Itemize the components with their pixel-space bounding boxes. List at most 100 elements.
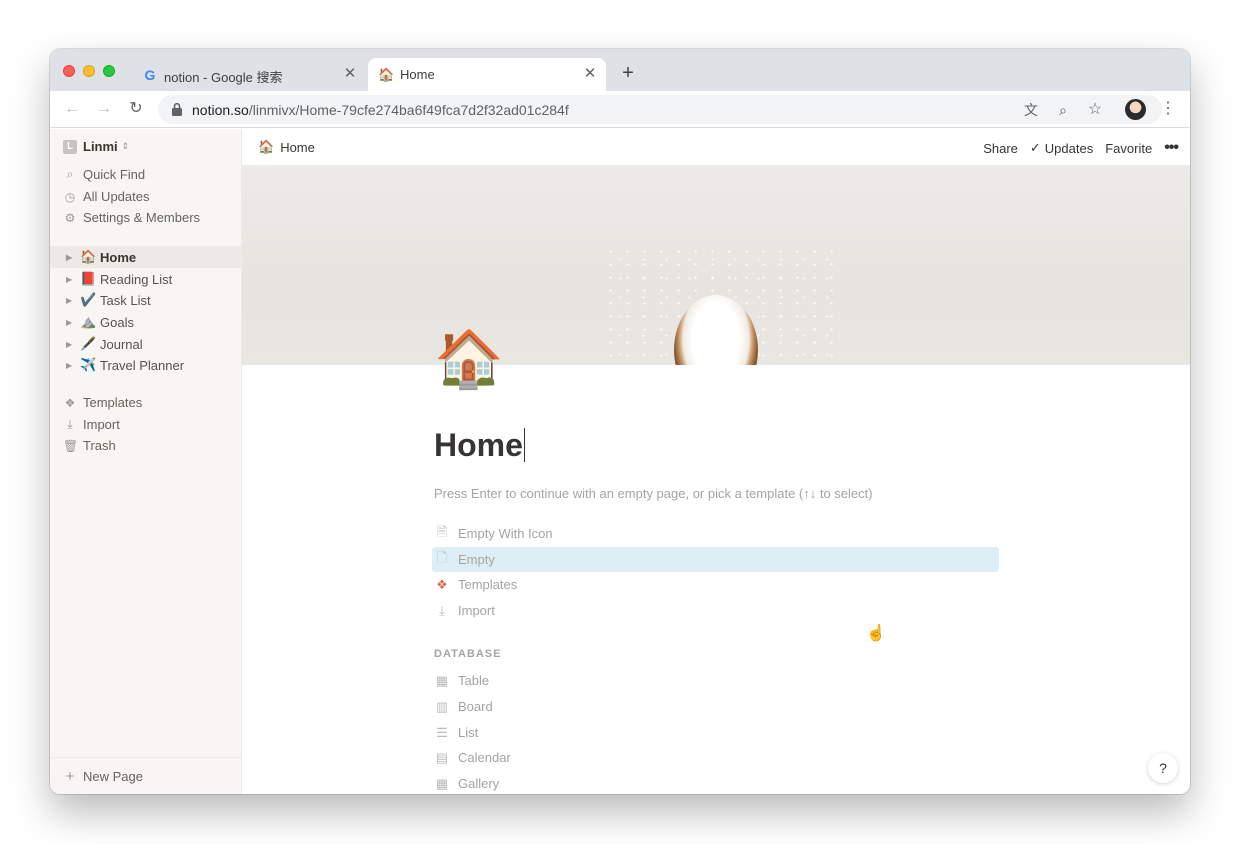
template-option-label: Import — [458, 603, 495, 618]
sidebar-item-trash[interactable]: 🗑 Trash — [50, 435, 241, 456]
list-icon: ☰ — [436, 724, 448, 740]
book-icon: 📕 — [80, 271, 97, 286]
pen-icon: 🖋️ — [80, 336, 97, 351]
browser-window: G notion - Google 搜索 ✕ 🏠 Home ✕ + ← → ↻ … — [50, 49, 1190, 794]
database-option-label: Board — [458, 699, 493, 714]
main-content: 🏠 Home Share ✓ Updates Favorite ••• 🏠 Ho… — [242, 129, 1190, 794]
expand-triangle-icon[interactable]: ▶ — [66, 296, 74, 305]
blank-page-icon: 🗋 — [436, 549, 448, 565]
sidebar-page-label: Home — [100, 249, 137, 265]
template-option-empty[interactable]: 🗋 Empty — [432, 547, 999, 572]
page-icon[interactable]: 🏠 — [434, 327, 504, 391]
download-icon: ⤓ — [439, 602, 445, 618]
database-option-label: Table — [458, 673, 490, 688]
page-cover-image[interactable] — [242, 165, 1190, 365]
sidebar-page-label: Travel Planner — [100, 357, 185, 373]
sidebar-item-templates[interactable]: ❖ Templates — [50, 392, 241, 413]
sidebar-page-reading-list[interactable]: ▶ 📕 Reading List — [50, 268, 241, 290]
updates-button[interactable]: Updates — [1045, 141, 1093, 156]
database-option-board[interactable]: ▥ Board — [432, 694, 999, 719]
expand-triangle-icon[interactable]: ▶ — [66, 318, 74, 327]
templates-icon: ❖ — [64, 395, 76, 410]
breadcrumb[interactable]: 🏠 Home — [258, 139, 315, 155]
address-toolbar: ← → ↻ notion.so/linmivx/Home-79cfe274ba6… — [50, 91, 1190, 128]
expand-triangle-icon[interactable]: ▶ — [66, 275, 74, 284]
minimize-window-button[interactable] — [83, 65, 95, 77]
page-lines-icon: 🗎 — [436, 523, 448, 539]
sidebar-item-label: Settings & Members — [83, 210, 201, 225]
sidebar-page-home[interactable]: ▶ 🏠 Home — [50, 246, 241, 268]
template-option-import[interactable]: ⤓ Import — [432, 598, 999, 623]
sidebar-item-label: Quick Find — [83, 167, 146, 182]
share-button[interactable]: Share — [983, 141, 1018, 156]
new-page-button[interactable]: + New Page — [50, 757, 241, 794]
template-option-templates[interactable]: ❖ Templates — [432, 572, 999, 597]
new-page-label: New Page — [83, 768, 143, 784]
close-tab-icon[interactable]: ✕ — [582, 66, 598, 82]
more-options-icon[interactable]: ••• — [1164, 139, 1179, 157]
sidebar-page-task-list[interactable]: ▶ ✔️ Task List — [50, 289, 241, 311]
tab-google-search[interactable]: G notion - Google 搜索 ✕ — [132, 58, 366, 91]
sidebar-item-import[interactable]: ⤓ Import — [50, 414, 241, 435]
lock-icon — [172, 102, 182, 116]
workspace-switcher[interactable]: L Linmi ⇕ — [63, 139, 129, 154]
topbar-actions: Share ✓ Updates Favorite ••• — [971, 139, 1179, 157]
text-cursor — [523, 428, 525, 462]
mountain-icon: ⛰️ — [80, 314, 97, 329]
plus-icon: + — [65, 767, 75, 785]
empty-page-hint: Press Enter to continue with an empty pa… — [434, 486, 873, 501]
search-icon: ⌕ — [66, 167, 74, 181]
profile-avatar[interactable] — [1125, 99, 1146, 120]
board-icon: ▥ — [435, 698, 449, 714]
database-option-table[interactable]: ▦ Table — [432, 668, 999, 693]
database-option-label: List — [458, 725, 479, 740]
sidebar-page-label: Reading List — [100, 271, 173, 287]
database-option-gallery[interactable]: ▦ Gallery — [432, 771, 999, 794]
gear-icon: ⚙ — [64, 210, 76, 225]
template-option-label: Empty — [458, 552, 495, 567]
page-title[interactable]: Home — [434, 427, 525, 464]
help-button[interactable]: ? — [1148, 753, 1178, 783]
trash-icon: 🗑 — [63, 438, 79, 453]
template-option-label: Templates — [458, 577, 518, 592]
reload-icon[interactable]: ↻ — [126, 99, 146, 119]
translate-icon[interactable]: 文 — [1022, 101, 1040, 119]
tab-title: notion - Google 搜索 — [164, 70, 283, 85]
database-option-list[interactable]: ☰ List — [432, 720, 999, 745]
calendar-icon: ▤ — [435, 749, 449, 765]
expand-triangle-icon[interactable]: ▶ — [66, 340, 74, 349]
new-tab-button[interactable]: + — [618, 63, 638, 83]
sidebar-item-quick-find[interactable]: ⌕ Quick Find — [50, 164, 241, 185]
address-bar[interactable]: notion.so/linmivx/Home-79cfe274ba6f49fca… — [158, 95, 1162, 124]
close-tab-icon[interactable]: ✕ — [342, 66, 358, 82]
forward-arrow-icon[interactable]: → — [94, 99, 114, 119]
sidebar-item-label: Trash — [83, 438, 116, 453]
browser-menu-icon[interactable]: ⋮ — [1160, 99, 1176, 119]
expand-triangle-icon[interactable]: ▶ — [66, 361, 74, 370]
star-bookmark-icon[interactable]: ☆ — [1086, 101, 1104, 119]
sidebar-item-all-updates[interactable]: ◷ All Updates — [50, 186, 241, 207]
page-topbar: 🏠 Home Share ✓ Updates Favorite ••• — [242, 129, 1190, 165]
sidebar-page-travel-planner[interactable]: ▶ ✈️ Travel Planner — [50, 354, 241, 376]
google-g-icon: G — [144, 67, 156, 83]
sidebar-item-settings[interactable]: ⚙ Settings & Members — [50, 207, 241, 228]
sidebar-page-goals[interactable]: ▶ ⛰️ Goals — [50, 311, 241, 333]
hand-pointer-cursor: ☝ — [866, 625, 886, 642]
house-icon: 🏠 — [80, 249, 97, 264]
favorite-button[interactable]: Favorite — [1105, 141, 1152, 156]
tab-home[interactable]: 🏠 Home ✕ — [368, 58, 606, 91]
sidebar-page-journal[interactable]: ▶ 🖋️ Journal — [50, 333, 241, 355]
sidebar-item-label: Templates — [83, 395, 143, 410]
expand-triangle-icon[interactable]: ▶ — [66, 253, 74, 262]
close-window-button[interactable] — [63, 65, 75, 77]
shapes-icon: ❖ — [436, 576, 448, 592]
template-option-empty-with-icon[interactable]: 🗎 Empty With Icon — [432, 521, 999, 546]
workspace-name: Linmi — [83, 139, 118, 154]
database-option-label: Calendar — [458, 750, 511, 765]
maximize-window-button[interactable] — [103, 65, 115, 77]
house-icon: 🏠 — [378, 67, 395, 82]
zoom-icon[interactable]: ⌕ — [1054, 101, 1072, 119]
back-arrow-icon[interactable]: ← — [62, 99, 82, 119]
database-option-calendar[interactable]: ▤ Calendar — [432, 745, 999, 770]
template-option-label: Empty With Icon — [458, 526, 553, 541]
